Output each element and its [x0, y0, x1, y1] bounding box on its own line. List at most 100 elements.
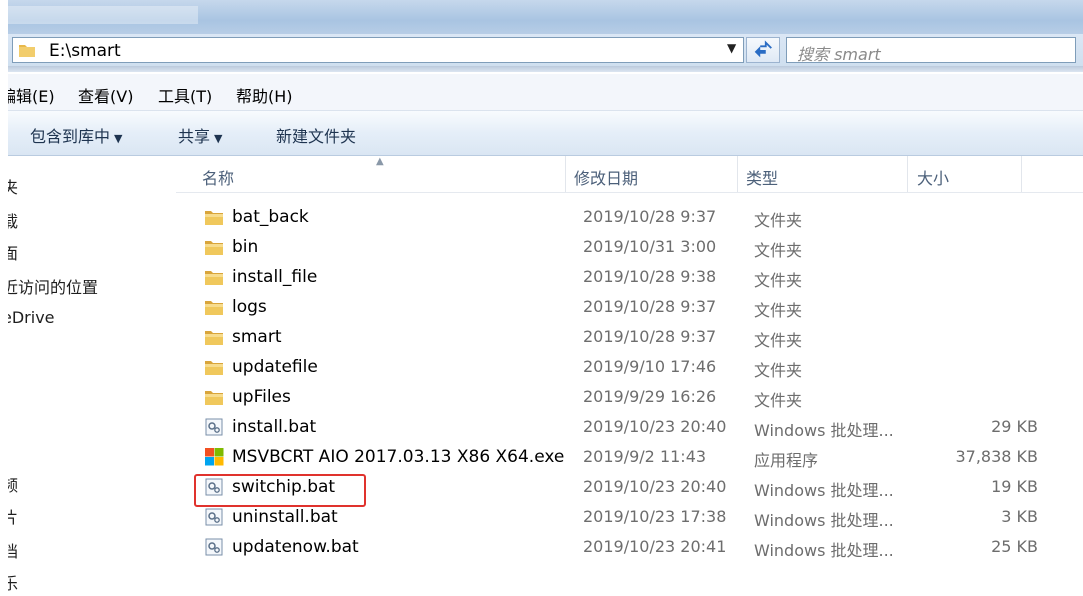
- menu-view[interactable]: 查看(V): [78, 83, 133, 107]
- file-name: upFiles: [232, 387, 291, 407]
- file-row[interactable]: install_file 2019/10/28 9:38 文件夹: [196, 262, 1066, 292]
- nav-item-music[interactable]: 乐: [8, 570, 18, 594]
- folder-icon: [19, 45, 35, 57]
- menu-bar: 编辑(E) 查看(V) 工具(T) 帮助(H): [8, 74, 1083, 111]
- menu-tools[interactable]: 工具(T): [158, 83, 212, 107]
- folder-icon: [204, 328, 224, 346]
- folder-icon: [204, 298, 224, 316]
- file-row[interactable]: upFiles 2019/9/29 16:26 文件夹: [196, 382, 1066, 412]
- batch-file-icon: [204, 418, 224, 436]
- search-box[interactable]: 搜索 smart: [786, 37, 1076, 65]
- column-date[interactable]: 修改日期: [574, 165, 638, 189]
- file-date: 2019/10/23 20:40: [583, 477, 727, 496]
- file-type: 文件夹: [754, 391, 803, 410]
- highlight-box: [194, 474, 366, 507]
- column-header: ▲ 名称 修改日期 类型 大小: [176, 156, 1083, 193]
- folder-icon: [204, 388, 224, 406]
- command-bar: 包含到库中 ▼ 共享 ▼ 新建文件夹: [8, 111, 1083, 156]
- file-date: 2019/10/23 20:41: [583, 537, 727, 556]
- navigation-pane: 夹 载 面 近访问的位置 eDrive 频 片 档 乐: [8, 156, 177, 596]
- folder-icon: [204, 238, 224, 256]
- chevron-down-icon: ▼: [114, 132, 123, 145]
- sort-ascending-icon: ▲: [376, 156, 384, 167]
- column-type[interactable]: 类型: [746, 165, 778, 189]
- file-row[interactable]: updatenow.bat 2019/10/23 20:41 Windows 批…: [196, 532, 1066, 562]
- file-type: 文件夹: [754, 301, 803, 320]
- file-size: 19 KB: [991, 477, 1038, 496]
- file-row[interactable]: bin 2019/10/31 3:00 文件夹: [196, 232, 1066, 262]
- file-date: 2019/10/31 3:00: [583, 237, 717, 256]
- share-button[interactable]: 共享 ▼: [178, 123, 222, 147]
- nav-item-pictures[interactable]: 片: [8, 504, 18, 528]
- column-divider[interactable]: [737, 156, 738, 192]
- nav-item-desktop[interactable]: 面: [8, 240, 18, 264]
- file-name: bin: [232, 237, 259, 257]
- file-date: 2019/9/2 11:43: [583, 447, 707, 466]
- column-divider[interactable]: [1021, 156, 1022, 192]
- file-type: 文件夹: [754, 271, 803, 290]
- file-date: 2019/10/28 9:37: [583, 327, 717, 346]
- file-list: ▲ 名称 修改日期 类型 大小 bat_back 2019/10/28 9:37…: [176, 156, 1083, 596]
- file-row[interactable]: MSVBCRT AIO 2017.03.13 X86 X64.exe 2019/…: [196, 442, 1066, 472]
- windows-exe-icon: [204, 448, 224, 466]
- column-size[interactable]: 大小: [917, 165, 949, 189]
- include-label: 包含到库中: [30, 127, 111, 146]
- file-size: 29 KB: [991, 417, 1038, 436]
- file-type: Windows 批处理...: [754, 481, 894, 500]
- address-path: E:\smart: [49, 41, 121, 61]
- file-size: 3 KB: [1001, 507, 1038, 526]
- explorer-window: E:\smart ▼ 搜索 smart 编辑(E) 查看(V) 工具(T) 帮助…: [8, 0, 1083, 596]
- column-name[interactable]: 名称: [202, 165, 234, 189]
- column-divider[interactable]: [907, 156, 908, 192]
- nav-item-recent-places[interactable]: 近访问的位置: [8, 274, 98, 298]
- file-type: Windows 批处理...: [754, 511, 894, 530]
- nav-item-videos[interactable]: 频: [8, 472, 18, 496]
- nav-item-favorites[interactable]: 夹: [8, 174, 18, 198]
- file-type: 文件夹: [754, 241, 803, 260]
- new-folder-button[interactable]: 新建文件夹: [276, 123, 356, 147]
- file-name: updatefile: [232, 357, 318, 377]
- share-label: 共享: [178, 127, 211, 146]
- folder-icon: [204, 268, 224, 286]
- file-date: 2019/9/29 16:26: [583, 387, 717, 406]
- batch-file-icon: [204, 508, 224, 526]
- file-date: 2019/9/10 17:46: [583, 357, 717, 376]
- file-date: 2019/10/23 20:40: [583, 417, 727, 436]
- file-name: bat_back: [232, 207, 309, 227]
- file-date: 2019/10/23 17:38: [583, 507, 727, 526]
- title-bar-blur: [8, 6, 198, 24]
- address-bar[interactable]: E:\smart ▼: [12, 37, 744, 63]
- file-row[interactable]: bat_back 2019/10/28 9:37 文件夹: [196, 202, 1066, 232]
- file-name: MSVBCRT AIO 2017.03.13 X86 X64.exe: [232, 447, 565, 467]
- column-divider[interactable]: [565, 156, 566, 192]
- file-date: 2019/10/28 9:38: [583, 267, 717, 286]
- file-row[interactable]: logs 2019/10/28 9:37 文件夹: [196, 292, 1066, 322]
- file-name: install_file: [232, 267, 318, 287]
- file-type: 文件夹: [754, 211, 803, 230]
- file-name: logs: [232, 297, 267, 317]
- menu-edit[interactable]: 编辑(E): [8, 83, 55, 107]
- nav-item-documents[interactable]: 档: [8, 538, 18, 562]
- file-type: 应用程序: [754, 451, 819, 470]
- menu-help[interactable]: 帮助(H): [236, 83, 293, 107]
- file-size: 25 KB: [991, 537, 1038, 556]
- refresh-button[interactable]: [746, 37, 780, 63]
- address-dropdown-icon[interactable]: ▼: [727, 41, 736, 55]
- file-row[interactable]: updatefile 2019/9/10 17:46 文件夹: [196, 352, 1066, 382]
- file-name: smart: [232, 327, 282, 347]
- file-row[interactable]: install.bat 2019/10/23 20:40 Windows 批处理…: [196, 412, 1066, 442]
- include-in-library-button[interactable]: 包含到库中 ▼: [30, 123, 122, 147]
- chevron-down-icon: ▼: [214, 132, 223, 145]
- file-name: uninstall.bat: [232, 507, 338, 527]
- nav-item-downloads[interactable]: 载: [8, 208, 18, 232]
- file-type: Windows 批处理...: [754, 421, 894, 440]
- search-input[interactable]: 搜索 smart: [797, 41, 881, 65]
- batch-file-icon: [204, 538, 224, 556]
- file-date: 2019/10/28 9:37: [583, 207, 717, 226]
- file-row[interactable]: smart 2019/10/28 9:37 文件夹: [196, 322, 1066, 352]
- title-bar: [8, 0, 1083, 34]
- file-size: 37,838 KB: [955, 447, 1038, 466]
- nav-item-onedrive[interactable]: eDrive: [8, 308, 55, 327]
- file-name: updatenow.bat: [232, 537, 359, 557]
- file-type: 文件夹: [754, 331, 803, 350]
